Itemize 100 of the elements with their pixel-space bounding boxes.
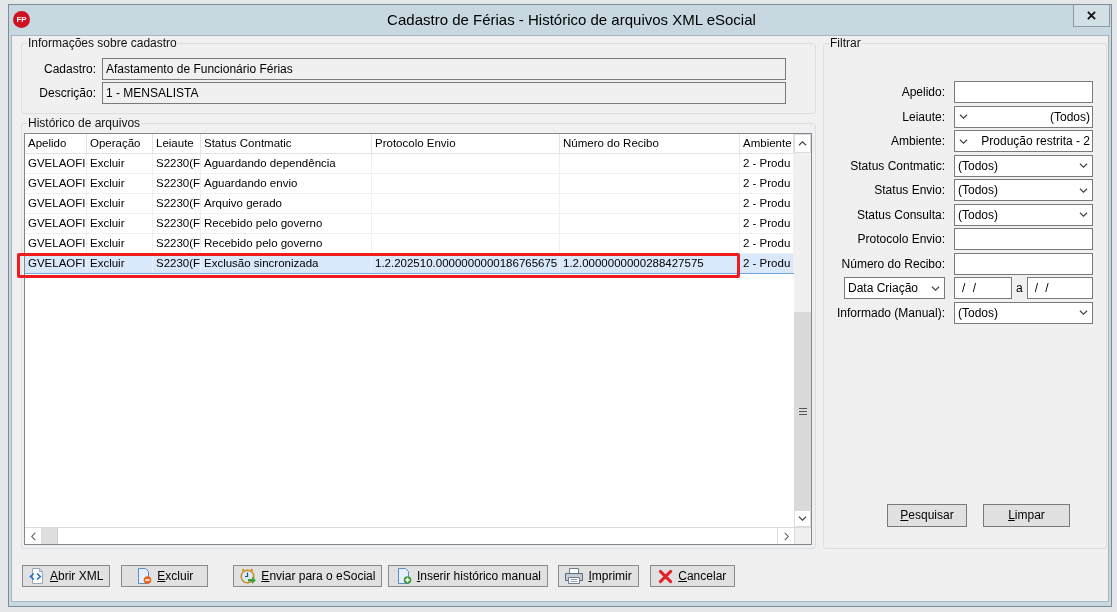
file-minus-icon: [136, 568, 153, 584]
field-label: Informado (Manual):: [835, 304, 945, 322]
column-header[interactable]: Protocolo Envio: [372, 134, 560, 154]
x-mark-icon: [658, 568, 674, 584]
table-row[interactable]: GVELAOFI Excluir S2230(F Arquivo gerado 2 - Produ: [25, 194, 794, 214]
table-cell: Aguardando envio: [201, 174, 372, 193]
close-button[interactable]: [1073, 5, 1110, 27]
table-cell: Excluir: [87, 254, 153, 273]
read-only-field[interactable]: Afastamento de Funcionário Férias: [102, 58, 786, 80]
date-field[interactable]: / /: [954, 277, 1012, 299]
field-label: Cadastro:: [42, 61, 96, 78]
window-title: Cadastro de Férias - Histórico de arquivos XML eSocial: [387, 10, 756, 30]
action-button[interactable]: Abrir XML: [22, 565, 111, 587]
field-label: Número do Recibo:: [840, 255, 945, 273]
scroll-up-button[interactable]: [794, 134, 811, 153]
field-label: Descrição:: [38, 85, 96, 102]
column-header[interactable]: Apelido: [25, 134, 87, 154]
table-cell: S2230(F: [153, 214, 201, 233]
field-label: Apelido:: [900, 84, 945, 101]
chevron-down-icon: [931, 285, 940, 291]
horizontal-scrollbar[interactable]: [25, 527, 794, 544]
table-cell: 1.2.202510.0000000000186765675: [372, 254, 560, 273]
table-cell: GVELAOFI: [25, 254, 87, 273]
field-label: Protocolo Envio:: [856, 231, 945, 248]
table-cell: Excluir: [87, 234, 153, 253]
table-cell: Excluir: [87, 214, 153, 233]
field-label: Status Consulta:: [855, 206, 945, 224]
table-cell: Recebido pelo governo: [201, 214, 372, 233]
grip-icon: [798, 407, 807, 415]
scrollbar-thumb[interactable]: [794, 312, 811, 510]
text-field[interactable]: [954, 228, 1093, 250]
scrollbar-thumb[interactable]: [42, 528, 58, 544]
table-cell: S2230(F: [153, 154, 201, 173]
table-cell: GVELAOFI: [25, 174, 87, 193]
text-field[interactable]: [954, 252, 1093, 275]
chevron-down-icon: [1079, 163, 1088, 168]
date-field[interactable]: / /: [1026, 277, 1093, 299]
app-logo: FP: [13, 11, 30, 28]
table-cell: Recebido pelo governo: [201, 234, 372, 253]
range-separator: a: [1016, 280, 1023, 297]
table-cell: GVELAOFI: [25, 194, 87, 213]
table-row[interactable]: GVELAOFI Excluir S2230(F Recebido pelo governo 2 - Produ: [25, 234, 794, 254]
table-cell: Excluir: [87, 174, 153, 193]
dropdown[interactable]: (Todos): [954, 179, 1093, 201]
chevron-down-icon: [1079, 187, 1088, 193]
read-only-field[interactable]: 1 - MENSALISTA: [102, 82, 786, 104]
table-row[interactable]: GVELAOFI Excluir S2230(F Exclusão sincronizada 1.2.202510.0000000000186765675 1.2.0000000000288427575 2 - Produ: [25, 254, 794, 274]
table-cell: Excluir: [87, 154, 153, 173]
table-cell: 1.2.0000000000288427575: [560, 254, 740, 273]
table-cell: S2230(F: [153, 174, 201, 193]
chevron-down-icon: [1079, 310, 1088, 315]
table-cell: Aguardando dependência: [201, 154, 372, 173]
table-row[interactable]: GVELAOFI Excluir S2230(F Aguardando envio 2 - Produ: [25, 174, 794, 194]
filter-button[interactable]: Pesquisar: [887, 503, 967, 527]
table-cell: S2230(F: [153, 254, 201, 273]
chevron-up-icon: [798, 141, 807, 146]
group-title: Informações sobre cadastro: [27, 36, 178, 50]
dropdown[interactable]: (Todos): [954, 301, 1093, 324]
table-row[interactable]: GVELAOFI Excluir S2230(F Recebido pelo governo 2 - Produ: [25, 214, 794, 234]
action-button[interactable]: Enviar para o eSocial: [233, 565, 383, 587]
table-cell: Exclusão sincronizada: [201, 254, 372, 273]
dropdown[interactable]: (Todos): [954, 203, 1093, 226]
action-button[interactable]: Inserir histórico manual: [388, 565, 549, 587]
file-plus-icon: [395, 568, 412, 584]
dropdown[interactable]: Data Criação: [844, 277, 945, 299]
column-header[interactable]: Leiaute: [153, 134, 201, 154]
action-button[interactable]: Cancelar: [649, 565, 735, 587]
column-header[interactable]: Ambiente: [740, 134, 794, 154]
printer-icon: [565, 568, 584, 584]
table-cell: GVELAOFI: [25, 234, 87, 253]
column-header[interactable]: Operação: [87, 134, 153, 154]
vertical-scrollbar[interactable]: [794, 134, 811, 527]
filter-button[interactable]: Limpar: [983, 503, 1070, 527]
column-header[interactable]: Status Contmatic: [201, 134, 372, 154]
close-icon: [1087, 11, 1096, 20]
dropdown[interactable]: (Todos): [954, 154, 1093, 177]
table-cell: Arquivo gerado: [201, 194, 372, 213]
table-cell: Excluir: [87, 194, 153, 213]
field-label: Status Envio:: [873, 182, 945, 199]
table-cell: S2230(F: [153, 234, 201, 253]
dropdown[interactable]: Produção restrita - 2: [954, 130, 1093, 152]
scroll-down-button[interactable]: [794, 510, 811, 527]
field-label: Ambiente:: [889, 133, 945, 150]
chevron-down-icon: [959, 114, 968, 119]
field-label: Status Contmatic:: [849, 157, 945, 175]
action-button[interactable]: Excluir: [121, 565, 209, 587]
chevron-right-icon: [783, 531, 789, 541]
chevron-down-icon: [959, 138, 968, 144]
dropdown[interactable]: (Todos): [954, 105, 1093, 128]
action-button[interactable]: Imprimir: [558, 565, 639, 587]
table-cell: GVELAOFI: [25, 154, 87, 173]
chevron-down-icon: [1079, 212, 1088, 217]
table-cell: S2230(F: [153, 194, 201, 213]
table-row[interactable]: GVELAOFI Excluir S2230(F Aguardando dependência 2 - Produ: [25, 154, 794, 174]
chevron-down-icon: [798, 516, 807, 521]
chevron-left-icon: [30, 531, 36, 541]
scrollbar-corner: [794, 527, 811, 544]
table-cell: GVELAOFI: [25, 214, 87, 233]
column-header[interactable]: Número do Recibo: [560, 134, 740, 154]
text-field[interactable]: [954, 81, 1093, 103]
